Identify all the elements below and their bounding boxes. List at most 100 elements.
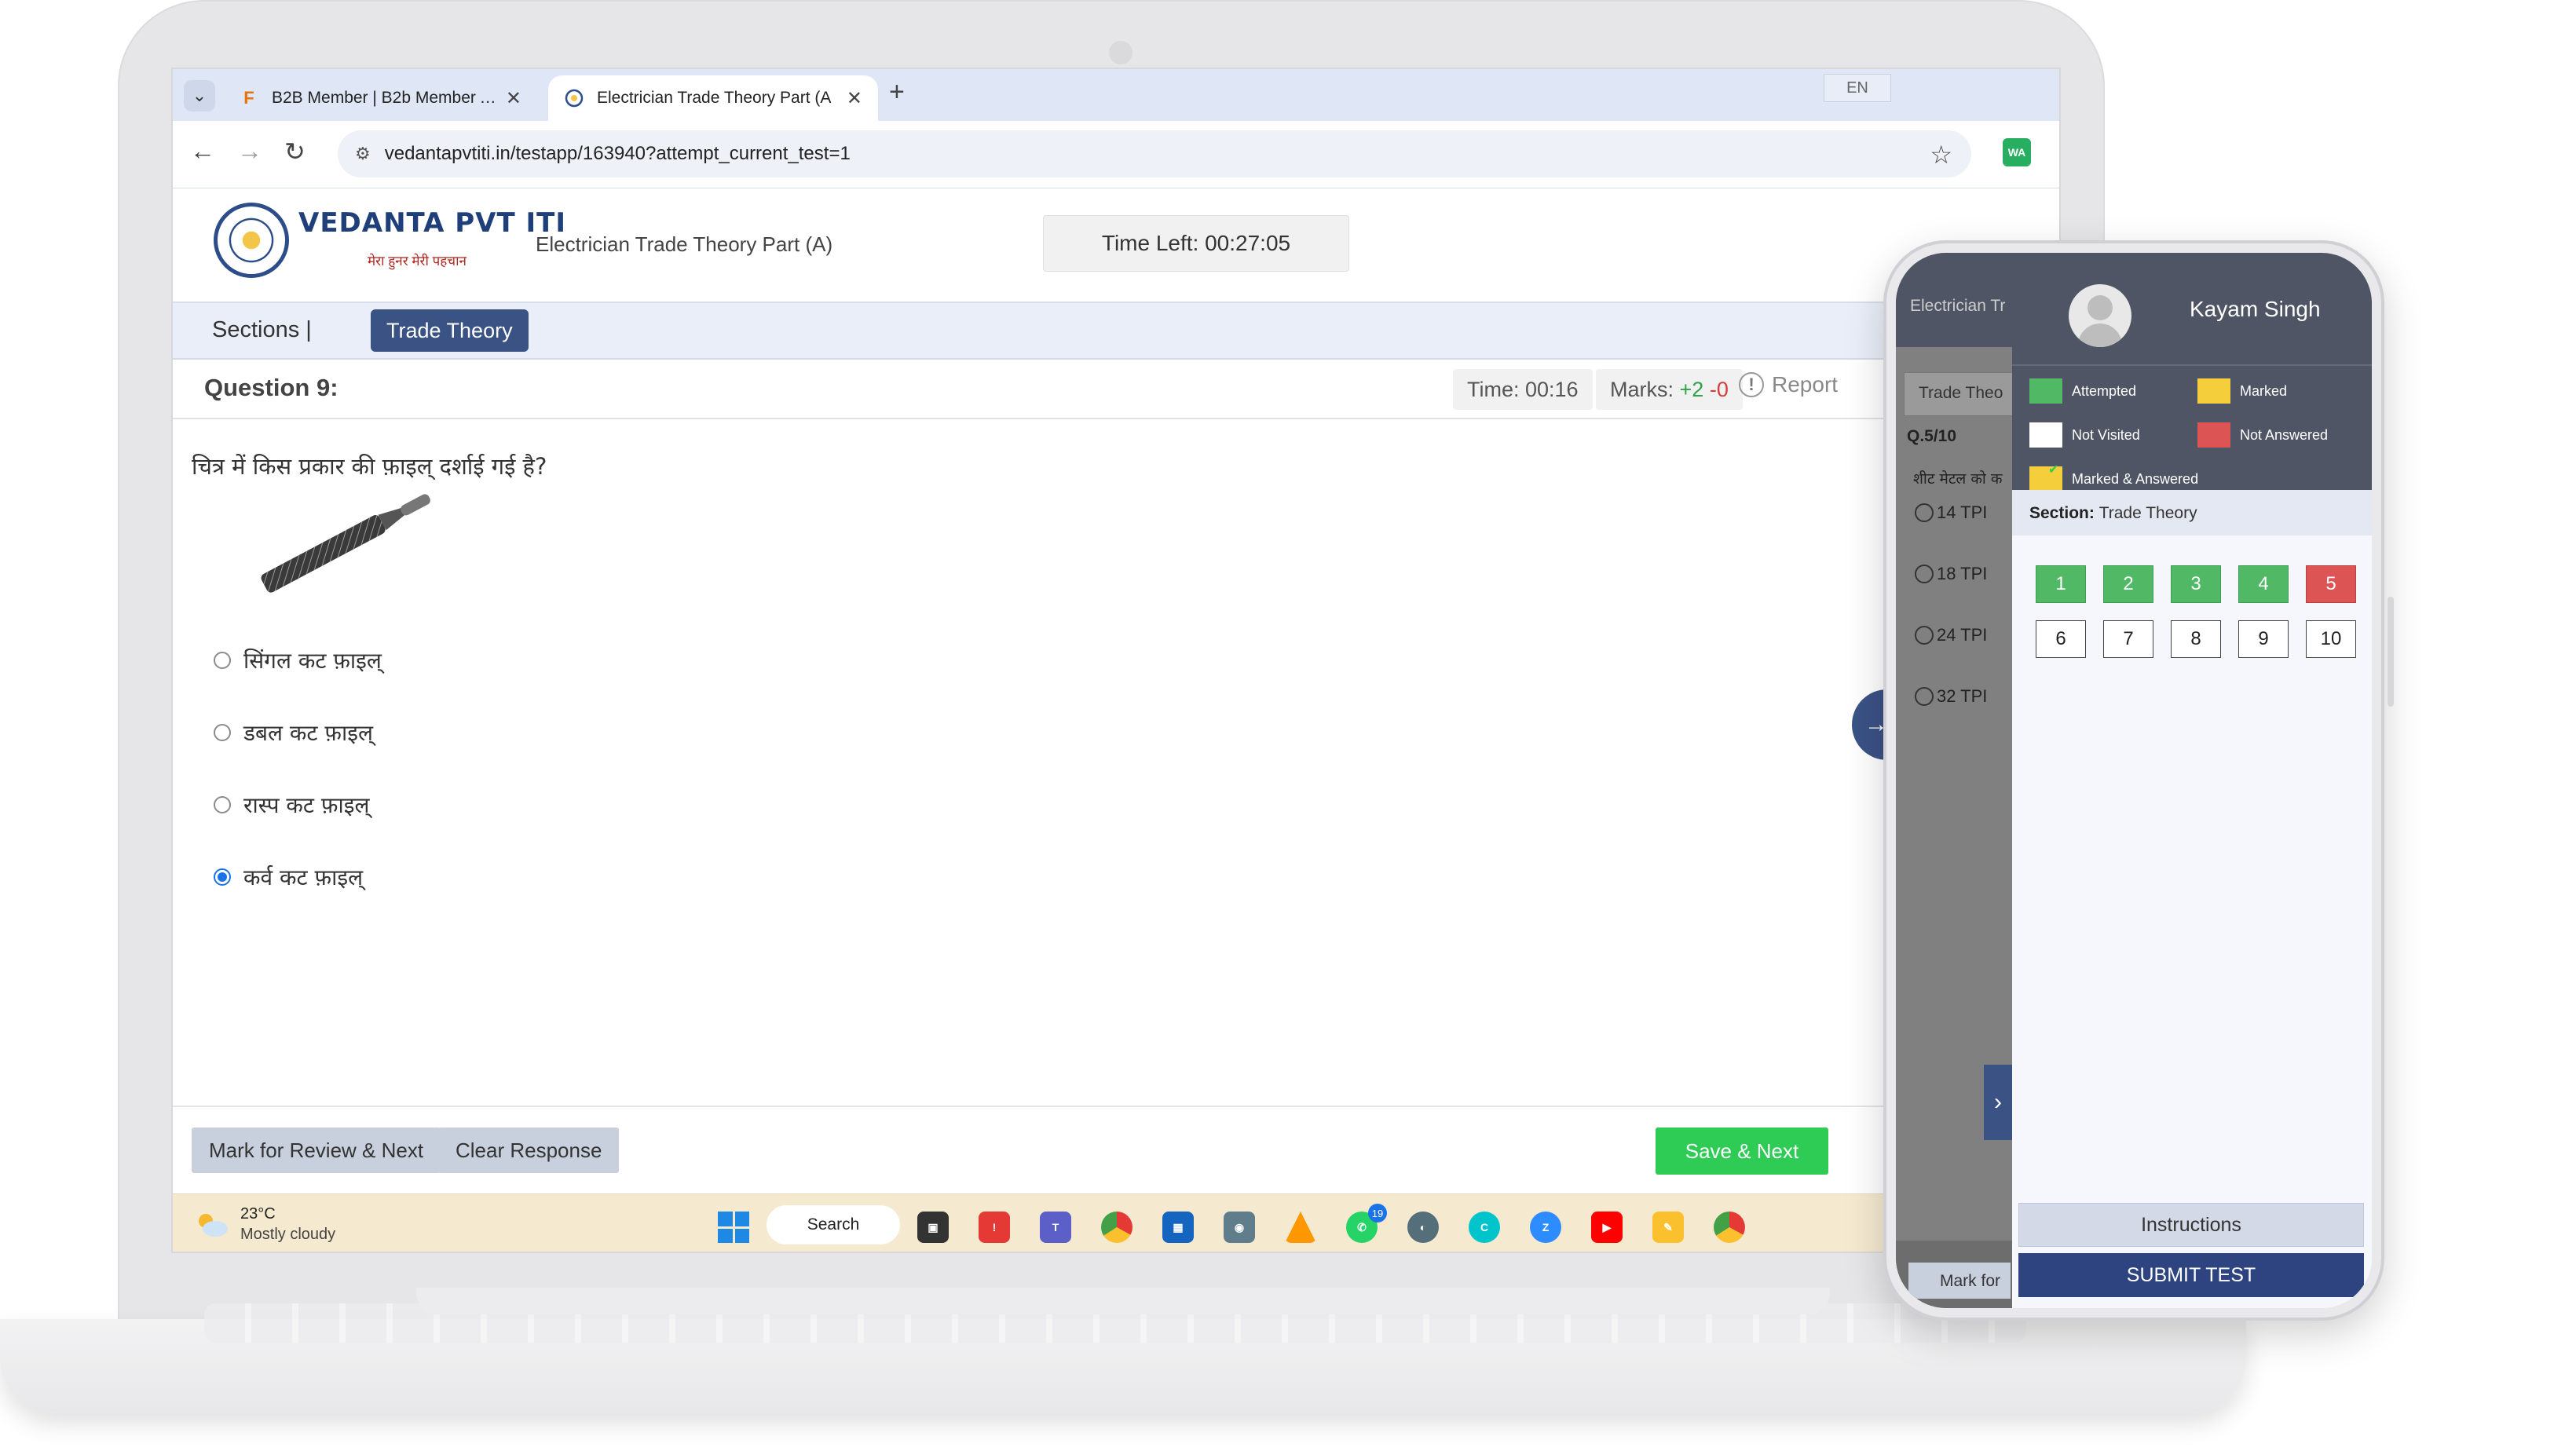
phone-option-4[interactable]: 32 TPI: [1915, 686, 1987, 707]
user-avatar-icon: [2069, 284, 2131, 347]
marks-label: Marks:: [1610, 377, 1674, 401]
phone-option-2[interactable]: 18 TPI: [1915, 564, 1987, 584]
legend-swatch: [2197, 378, 2230, 404]
question-button-8[interactable]: 8: [2171, 620, 2221, 658]
marks-positive: +2: [1679, 377, 1704, 401]
phone-section-tab[interactable]: Trade Theo: [1904, 372, 2029, 416]
option-radio[interactable]: [214, 652, 231, 669]
chrome-profile-icon[interactable]: [1714, 1212, 1745, 1243]
media-app-icon[interactable]: ◐: [1407, 1212, 1439, 1243]
file-tool-image: [245, 485, 449, 599]
option-radio[interactable]: [1915, 626, 1934, 645]
option-label: 18 TPI: [1937, 564, 1988, 583]
windows-start-icon[interactable]: [718, 1212, 749, 1243]
option-radio[interactable]: [1915, 687, 1934, 706]
option-3[interactable]: रास्प कट फ़ाइल्: [214, 790, 370, 820]
drawer-close-chevron-icon[interactable]: ›: [1984, 1065, 2012, 1140]
option-1[interactable]: सिंगल कट फ़ाइल्: [214, 645, 382, 675]
language-indicator[interactable]: EN: [1824, 74, 1891, 102]
store-icon[interactable]: ▦: [1162, 1212, 1194, 1243]
legend-swatch: [2029, 422, 2062, 448]
question-palette-drawer: Kayam Singh Attempted Marked Not Visited…: [2012, 253, 2372, 1308]
drawer-section-row: Section: Trade Theory: [2012, 490, 2372, 535]
submit-test-button[interactable]: SUBMIT TEST: [2018, 1253, 2364, 1297]
close-tab-icon[interactable]: ✕: [506, 87, 521, 110]
search-label: Search: [807, 1215, 860, 1234]
zoom-icon[interactable]: Z: [1530, 1212, 1561, 1243]
browser-tab-electrician[interactable]: Electrician Trade Theory Part (A ✕: [548, 75, 878, 121]
option-2[interactable]: डबल कट फ़ाइल्: [214, 718, 373, 747]
forward-icon[interactable]: →: [237, 137, 262, 166]
question-header: Question 9: Time: 00:16 Marks: +2 -0 ! R…: [173, 360, 1885, 419]
whatsapp-extension-icon[interactable]: WA: [2003, 138, 2031, 166]
mark-review-next-button[interactable]: Mark for Review & Next: [192, 1128, 441, 1173]
antivirus-icon[interactable]: !: [979, 1212, 1010, 1243]
option-radio[interactable]: [214, 796, 231, 813]
cloudy-weather-icon[interactable]: [195, 1212, 229, 1238]
option-4[interactable]: कर्व कट फ़ाइल्: [214, 862, 363, 892]
weather-temp: 23°C: [240, 1205, 276, 1223]
clear-response-button[interactable]: Clear Response: [438, 1128, 620, 1173]
browser-toolbar: ← → ↻ ⚙ vedantapvtiti.in/testapp/163940?…: [173, 121, 2059, 188]
teams-icon[interactable]: T: [1040, 1212, 1071, 1243]
address-bar[interactable]: ⚙ vedantapvtiti.in/testapp/163940?attemp…: [338, 130, 1971, 177]
option-radio-selected[interactable]: [214, 868, 231, 886]
question-button-7[interactable]: 7: [2103, 620, 2153, 658]
canva-icon[interactable]: C: [1469, 1212, 1500, 1243]
question-button-9[interactable]: 9: [2238, 620, 2289, 658]
taskbar-search[interactable]: Search: [767, 1205, 900, 1244]
legend-label: Attempted: [2072, 382, 2137, 399]
section-label: Section:: [2029, 504, 2095, 522]
option-label: 32 TPI: [1937, 686, 1988, 706]
task-view-icon[interactable]: ▣: [917, 1212, 949, 1243]
reload-icon[interactable]: ↻: [284, 137, 306, 166]
back-icon[interactable]: ←: [190, 137, 215, 166]
logo-name: VEDANTA PVT ITI: [298, 207, 566, 239]
site-settings-icon[interactable]: ⚙: [355, 144, 371, 164]
new-tab-button[interactable]: +: [889, 77, 905, 108]
logo-tagline: मेरा हुनर मेरी पहचान: [368, 254, 467, 269]
legend-swatch-check-icon: [2029, 462, 2062, 492]
close-tab-icon[interactable]: ✕: [847, 87, 862, 110]
windows-taskbar: 23°C Mostly cloudy Search ▣ ! T ▦ ◉ ✆ 19…: [173, 1193, 1885, 1252]
save-next-button[interactable]: Save & Next: [1656, 1128, 1828, 1175]
question-button-6[interactable]: 6: [2036, 620, 2086, 658]
browser-tab-b2b[interactable]: F B2B Member | B2b Member Ac ✕: [223, 75, 537, 121]
phone-option-1[interactable]: 14 TPI: [1915, 503, 1987, 523]
phone-question-text: शीट मेटल को क: [1913, 470, 2003, 488]
report-icon: !: [1739, 372, 1764, 397]
legend-attempted: Attempted: [2029, 378, 2136, 404]
question-button-3[interactable]: 3: [2171, 565, 2221, 603]
sections-label: Sections |: [212, 317, 312, 342]
option-label: डबल कट फ़ाइल्: [243, 720, 373, 746]
question-button-2[interactable]: 2: [2103, 565, 2153, 603]
legend-not-visited: Not Visited: [2029, 422, 2140, 448]
sticky-notes-icon[interactable]: ✎: [1652, 1212, 1684, 1243]
question-button-5[interactable]: 5: [2306, 565, 2356, 603]
report-button[interactable]: ! Report: [1739, 372, 1838, 397]
section-tab-trade-theory[interactable]: Trade Theory: [371, 309, 529, 352]
legend-label: Marked & Answered: [2072, 470, 2199, 487]
tab-favicon-icon: F: [243, 88, 254, 108]
phone-mark-review-button[interactable]: Mark for: [1908, 1263, 2011, 1299]
chrome-icon[interactable]: [1101, 1212, 1132, 1243]
vedanta-logo-icon: [214, 203, 289, 278]
report-label: Report: [1772, 372, 1839, 397]
phone-option-3[interactable]: 24 TPI: [1915, 625, 1987, 645]
vlc-icon[interactable]: [1285, 1212, 1316, 1243]
option-radio[interactable]: [1915, 565, 1934, 583]
tab-search-chevron-icon[interactable]: ⌄: [184, 80, 215, 111]
option-radio[interactable]: [1915, 503, 1934, 522]
question-button-10[interactable]: 10: [2306, 620, 2356, 658]
legend-swatch: [2197, 422, 2230, 448]
camera-icon[interactable]: ◉: [1224, 1212, 1255, 1243]
option-radio[interactable]: [214, 724, 231, 741]
option-label: कर्व कट फ़ाइल्: [243, 864, 364, 890]
phone-question-pane: Electrician Tr Trade Theo Q.5/10 शीट मेट…: [1896, 253, 2029, 1308]
question-button-1[interactable]: 1: [2036, 565, 2086, 603]
bookmark-star-icon[interactable]: ☆: [1930, 140, 1952, 170]
question-button-4[interactable]: 4: [2238, 565, 2289, 603]
youtube-icon[interactable]: ▶: [1591, 1212, 1623, 1243]
instructions-button[interactable]: Instructions: [2018, 1203, 2364, 1247]
section-bar: Sections | Trade Theory: [173, 303, 1885, 360]
